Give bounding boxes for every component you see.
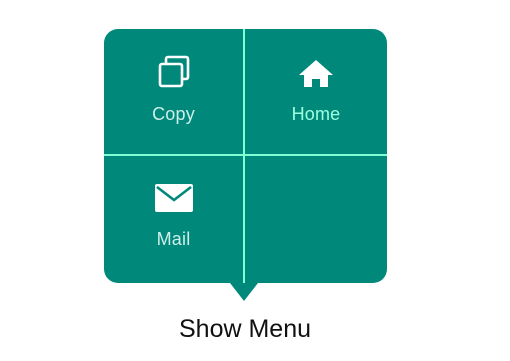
mail-menu-item[interactable]: Mail xyxy=(104,156,243,283)
popup-menu: Copy Home Mail xyxy=(104,29,387,283)
show-menu-button[interactable]: Show Menu xyxy=(140,312,350,346)
home-label: Home xyxy=(291,104,341,124)
mail-label: Mail xyxy=(156,229,191,249)
home-menu-item[interactable]: Home xyxy=(245,29,387,154)
copy-icon xyxy=(158,55,189,88)
copy-menu-item[interactable]: Copy xyxy=(104,29,243,154)
stage: Copy Home Mail Show Menu xyxy=(0,0,510,361)
mail-icon xyxy=(154,184,193,212)
popup-pointer xyxy=(230,283,258,301)
home-icon xyxy=(299,60,333,87)
empty-menu-cell xyxy=(245,156,387,283)
copy-label: Copy xyxy=(152,104,195,124)
